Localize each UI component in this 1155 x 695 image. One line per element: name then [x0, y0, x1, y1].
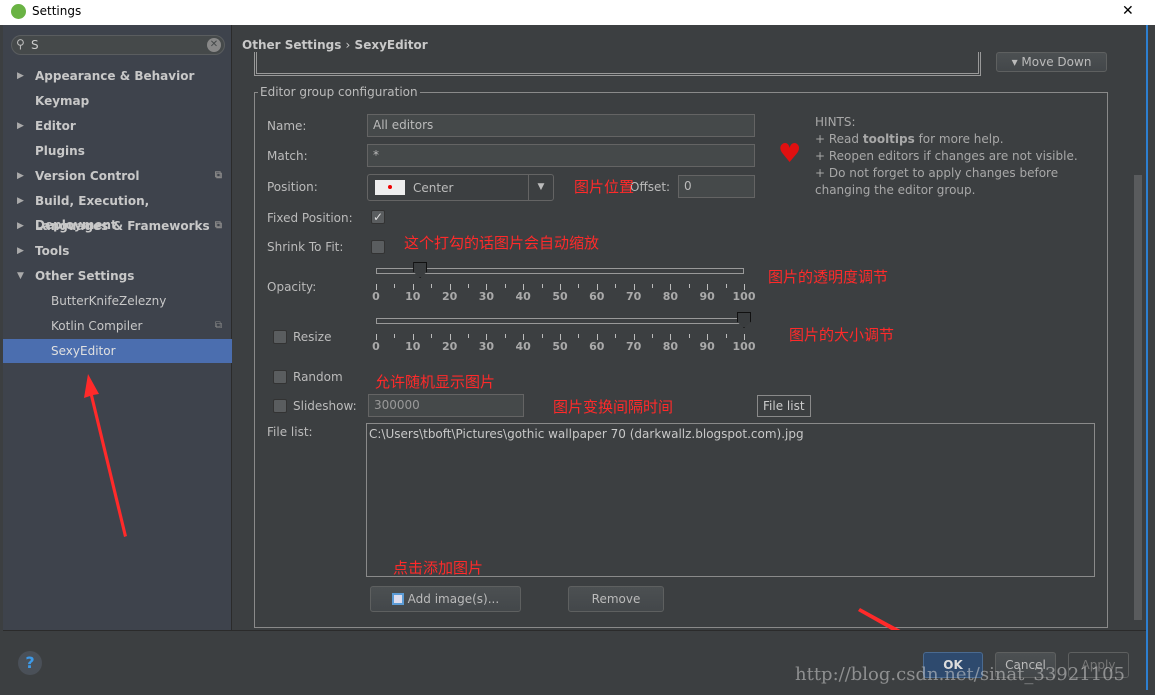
window-border: [1146, 25, 1148, 690]
watermark: http://blog.csdn.net/sinat_33921105: [795, 664, 1126, 685]
help-button[interactable]: ?: [18, 651, 42, 675]
arrow-to-sidebar: [84, 374, 127, 537]
annotation-arrows: [84, 374, 940, 656]
